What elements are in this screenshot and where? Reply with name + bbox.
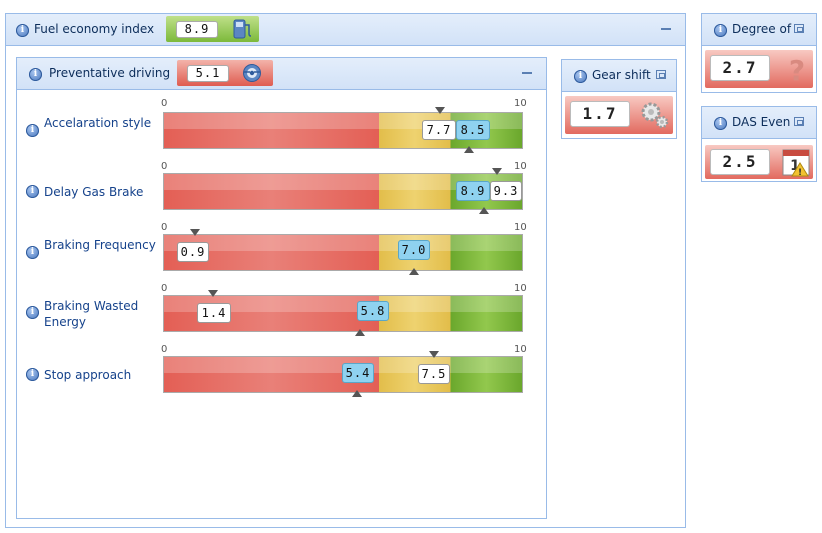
current-value: 1.4 (197, 303, 231, 323)
info-icon[interactable]: i (574, 70, 587, 83)
row-label-acceleration-style: Accelaration style (44, 116, 152, 130)
steering-wheel-icon (243, 64, 261, 82)
gear-shift-title: Gear shift (592, 68, 651, 82)
scale-min: 0 (161, 344, 168, 355)
degree-of-header: i Degree of (702, 14, 816, 46)
das-events-title: DAS Even (732, 115, 791, 129)
scale-max: 10 (514, 98, 527, 109)
fuel-economy-header: i Fuel economy index 8.9 (6, 14, 685, 46)
info-icon[interactable]: i (714, 24, 727, 37)
target-value: 5.4 (342, 363, 374, 383)
fuel-pump-icon (233, 19, 252, 39)
calendar-warning-icon: 1 ! (782, 149, 810, 177)
degree-of-kpi: 2.7 ? (705, 50, 813, 88)
scale-min: 0 (161, 98, 168, 109)
scale-max: 10 (514, 222, 527, 233)
gear-shift-panel: i Gear shift 1.7 (561, 59, 677, 139)
info-icon[interactable]: i (26, 368, 39, 381)
fuel-economy-value: 8.9 (176, 21, 218, 38)
gear-shift-value: 1.7 (570, 101, 630, 127)
current-value: 7.7 (422, 120, 456, 140)
current-marker (435, 107, 445, 114)
row-label-delay-gas-brake: Delay Gas Brake (44, 185, 144, 199)
scale-min: 0 (161, 283, 168, 294)
target-value: 7.0 (398, 240, 430, 260)
maximize-icon[interactable] (794, 24, 804, 33)
preventative-driving-badge: 5.1 (177, 60, 273, 86)
row-label-braking-wasted-energy: Braking Wasted Energy (44, 299, 139, 329)
row-label-stop-approach: Stop approach (44, 368, 132, 382)
scale-max: 10 (514, 161, 527, 172)
degree-of-value: 2.7 (710, 55, 770, 81)
maximize-icon[interactable] (656, 70, 666, 79)
scale-min: 0 (161, 161, 168, 172)
das-events-kpi: 2.5 1 ! (705, 145, 813, 179)
degree-of-title: Degree of (732, 22, 792, 36)
target-marker (355, 329, 365, 336)
das-events-value: 2.5 (710, 149, 770, 175)
info-icon[interactable]: i (714, 117, 727, 130)
info-icon[interactable]: i (26, 124, 39, 137)
gear-shift-header: i Gear shift (562, 60, 676, 92)
gears-icon (641, 102, 669, 129)
target-marker (479, 207, 489, 214)
preventative-driving-title: Preventative driving (49, 66, 171, 80)
das-events-panel: i DAS Even 2.5 1 ! (701, 106, 817, 182)
info-icon[interactable]: i (29, 68, 42, 81)
fuel-economy-title: Fuel economy index (34, 22, 155, 36)
target-value: 5.8 (357, 301, 389, 321)
maximize-icon[interactable] (794, 117, 804, 126)
current-value: 9.3 (490, 181, 522, 201)
info-icon[interactable]: i (26, 246, 39, 259)
current-marker (208, 290, 218, 297)
score-bar-braking-frequency (163, 234, 523, 271)
collapse-button[interactable] (661, 28, 671, 30)
target-marker (409, 268, 419, 275)
target-marker (352, 390, 362, 397)
current-value: 7.5 (418, 364, 450, 384)
svg-text:!: ! (798, 168, 802, 177)
das-events-header: i DAS Even (702, 107, 816, 139)
fuel-economy-badge: 8.9 (166, 16, 259, 42)
info-icon[interactable]: i (26, 185, 39, 198)
scale-min: 0 (161, 222, 168, 233)
svg-text:?: ? (789, 54, 805, 84)
collapse-button[interactable] (522, 72, 532, 74)
question-mark-icon: ? (789, 54, 805, 84)
degree-of-panel: i Degree of 2.7 ? (701, 13, 817, 93)
info-icon[interactable]: i (26, 306, 39, 319)
scale-max: 10 (514, 344, 527, 355)
current-marker (190, 229, 200, 236)
current-marker (492, 168, 502, 175)
current-marker (429, 351, 439, 358)
scale-max: 10 (514, 283, 527, 294)
target-value: 8.5 (456, 120, 490, 140)
gear-shift-kpi: 1.7 (565, 96, 673, 134)
row-label-braking-frequency: Braking Frequency (44, 238, 156, 252)
target-marker (464, 146, 474, 153)
target-value: 8.9 (456, 181, 490, 201)
info-icon[interactable]: i (16, 24, 29, 37)
preventative-driving-value: 5.1 (187, 65, 229, 82)
current-value: 0.9 (177, 242, 209, 262)
preventative-driving-header: i Preventative driving 5.1 (17, 58, 546, 90)
